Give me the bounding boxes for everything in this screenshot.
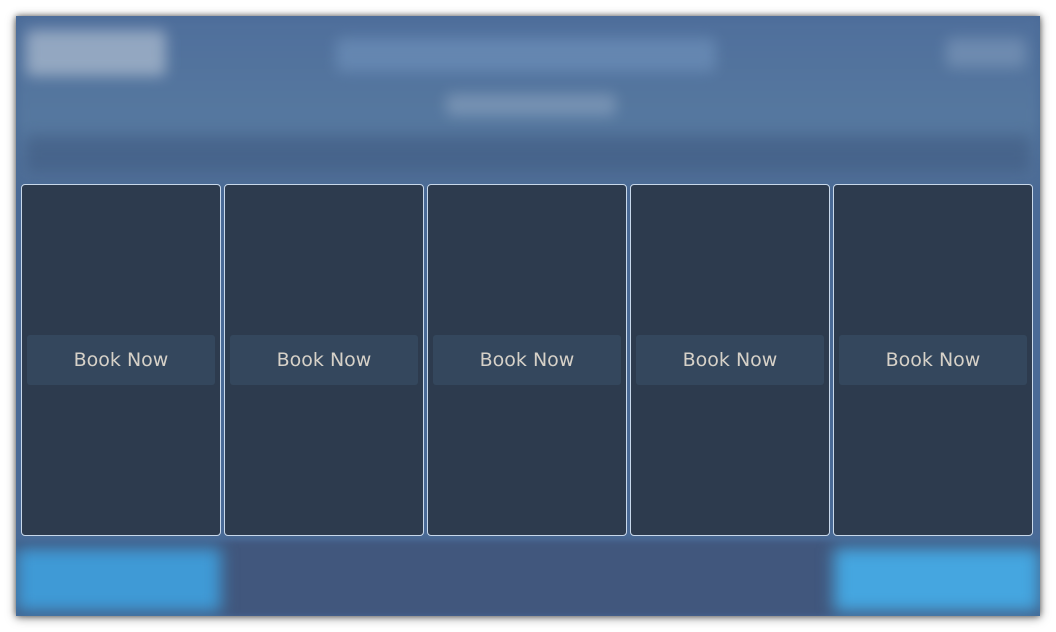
book-now-button[interactable]: Book Now — [636, 335, 824, 385]
booking-panel-row: Book Now Book Now Book Now Book Now Book… — [21, 184, 1035, 536]
blurred-title-bar — [336, 38, 716, 72]
blurred-tab-strip — [26, 136, 1030, 172]
booking-panel: Book Now — [833, 184, 1033, 536]
book-now-button[interactable]: Book Now — [433, 335, 621, 385]
blurred-footer-button-left — [16, 548, 221, 612]
blurred-logo — [26, 30, 166, 76]
blurred-header-control — [946, 38, 1026, 68]
booking-panel: Book Now — [630, 184, 830, 536]
book-now-button[interactable]: Book Now — [230, 335, 418, 385]
booking-panel: Book Now — [21, 184, 221, 536]
booking-panel: Book Now — [224, 184, 424, 536]
booking-panel: Book Now — [427, 184, 627, 536]
book-now-button[interactable]: Book Now — [27, 335, 215, 385]
booking-window: Book Now Book Now Book Now Book Now Book… — [16, 16, 1040, 616]
blurred-footer-button-right — [834, 548, 1040, 612]
book-now-button[interactable]: Book Now — [839, 335, 1027, 385]
blurred-subtitle — [446, 94, 616, 116]
